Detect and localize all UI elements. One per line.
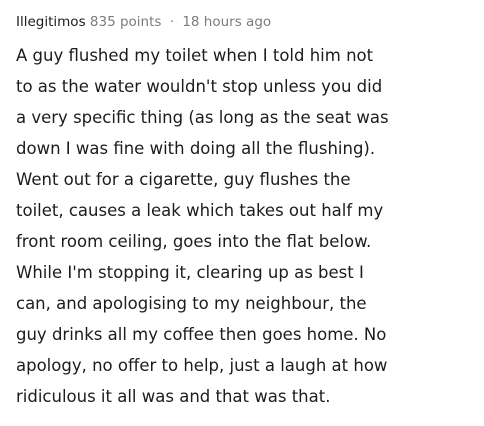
comment-meta: Illegitimos 835 points · 18 hours ago <box>16 12 474 32</box>
comment-line: guy drinks all my coffee then goes home.… <box>16 325 387 344</box>
comment-line: to as the water wouldn't stop unless you… <box>16 77 383 96</box>
comment-line: can, and apologising to my neighbour, th… <box>16 294 367 313</box>
comment-line: toilet, causes a leak which takes out ha… <box>16 201 384 220</box>
comment-line: a very specific thing (as long as the se… <box>16 108 389 127</box>
comment-line: While I'm stopping it, clearing up as be… <box>16 263 364 282</box>
comment: Illegitimos 835 points · 18 hours ago A … <box>16 12 474 412</box>
comment-line: down I was fine with doing all the flush… <box>16 139 376 158</box>
comment-line: Went out for a cigarette, guy flushes th… <box>16 170 351 189</box>
comment-line: A guy flushed my toilet when I told him … <box>16 46 374 65</box>
meta-separator: · <box>169 14 175 30</box>
comment-line: ridiculous it all was and that was that. <box>16 387 331 406</box>
comment-line: apology, no offer to help, just a laugh … <box>16 356 388 375</box>
comment-body: A guy flushed my toilet when I told him … <box>16 40 474 412</box>
comment-line: front room ceiling, goes into the flat b… <box>16 232 372 251</box>
comment-points: 835 points <box>89 14 162 30</box>
comment-timestamp[interactable]: 18 hours ago <box>182 14 271 30</box>
comment-author[interactable]: Illegitimos <box>16 14 86 30</box>
